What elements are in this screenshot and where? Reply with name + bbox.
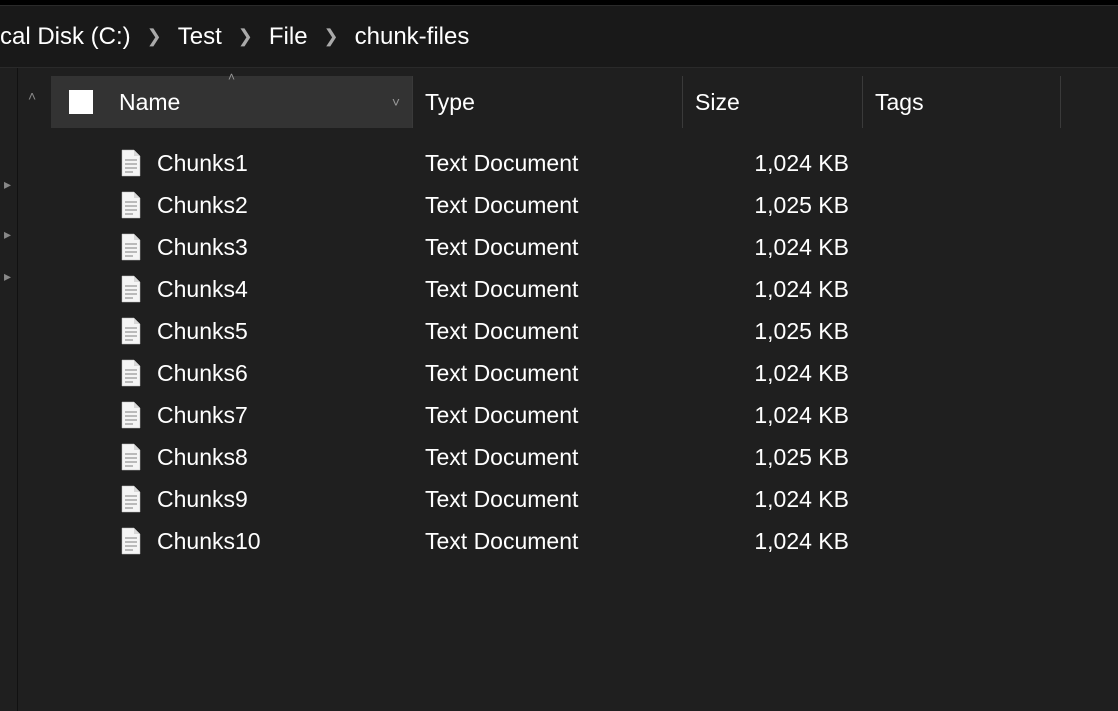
breadcrumb: cal Disk (C:) ❯ Test ❯ File ❯ chunk-file… (0, 6, 1118, 68)
file-row[interactable]: Chunks5 Text Document1,025 KB (51, 310, 1118, 352)
file-name: Chunks6 (157, 360, 248, 387)
text-document-icon (119, 443, 143, 471)
file-name-cell: Chunks8 (51, 443, 413, 471)
file-name-cell: Chunks1 (51, 149, 413, 177)
file-name-cell: Chunks3 (51, 233, 413, 261)
breadcrumb-item-chunk-files[interactable]: chunk-files (351, 23, 474, 51)
file-type: Text Document (413, 318, 683, 345)
text-document-icon (119, 317, 143, 345)
chevron-right-icon: ❯ (135, 26, 174, 47)
file-type: Text Document (413, 444, 683, 471)
file-name: Chunks8 (157, 444, 248, 471)
chevron-right-icon: ❯ (226, 26, 265, 47)
file-size: 1,024 KB (683, 360, 863, 387)
file-type: Text Document (413, 234, 683, 261)
file-name-cell: Chunks6 (51, 359, 413, 387)
file-row[interactable]: Chunks8 Text Document1,025 KB (51, 436, 1118, 478)
file-name-cell: Chunks9 (51, 485, 413, 513)
tree-expand-icon[interactable]: ▸ (4, 226, 11, 243)
text-document-icon (119, 401, 143, 429)
file-name-cell: Chunks4 (51, 275, 413, 303)
text-document-icon (119, 485, 143, 513)
text-document-icon (119, 275, 143, 303)
file-size: 1,025 KB (683, 318, 863, 345)
column-label-tags: Tags (875, 89, 924, 116)
left-rail: ▸ ▸ ▸ (0, 68, 18, 711)
column-header-type[interactable]: Type (413, 76, 683, 128)
file-size: 1,025 KB (683, 444, 863, 471)
file-size: 1,025 KB (683, 192, 863, 219)
file-type: Text Document (413, 486, 683, 513)
file-row[interactable]: Chunks10 Text Document1,024 KB (51, 520, 1118, 562)
file-size: 1,024 KB (683, 486, 863, 513)
main-area: ▸ ▸ ▸ ˄ ˄ Name ˅ Type Size Tags (0, 68, 1118, 711)
file-row[interactable]: Chunks7 Text Document1,024 KB (51, 394, 1118, 436)
sort-ascending-icon: ˄ (228, 70, 235, 84)
file-type: Text Document (413, 360, 683, 387)
text-document-icon (119, 527, 143, 555)
file-name-cell: Chunks7 (51, 401, 413, 429)
file-type: Text Document (413, 402, 683, 429)
file-row[interactable]: Chunks1 Text Document1,024 KB (51, 142, 1118, 184)
text-document-icon (119, 233, 143, 261)
file-type: Text Document (413, 150, 683, 177)
file-size: 1,024 KB (683, 402, 863, 429)
file-name: Chunks3 (157, 234, 248, 261)
breadcrumb-item-file[interactable]: File (265, 23, 312, 51)
file-row[interactable]: Chunks3 Text Document1,024 KB (51, 226, 1118, 268)
tree-expand-icon[interactable]: ▸ (4, 176, 11, 193)
file-name: Chunks9 (157, 486, 248, 513)
file-name: Chunks10 (157, 528, 261, 555)
column-label-name: Name (119, 89, 180, 116)
column-header-size[interactable]: Size (683, 76, 863, 128)
file-name: Chunks2 (157, 192, 248, 219)
file-type: Text Document (413, 192, 683, 219)
text-document-icon (119, 149, 143, 177)
column-header-name[interactable]: ˄ Name ˅ (51, 76, 413, 128)
breadcrumb-item-test[interactable]: Test (174, 23, 226, 51)
file-name-cell: Chunks5 (51, 317, 413, 345)
file-list: Chunks1Text Document1,024 KB Chunks2Text… (51, 128, 1118, 711)
file-type: Text Document (413, 528, 683, 555)
file-name: Chunks1 (157, 150, 248, 177)
file-name: Chunks7 (157, 402, 248, 429)
column-header-tags[interactable]: Tags (863, 76, 1061, 128)
file-name-cell: Chunks2 (51, 191, 413, 219)
column-label-size: Size (695, 89, 740, 116)
file-row[interactable]: Chunks2 Text Document1,025 KB (51, 184, 1118, 226)
file-size: 1,024 KB (683, 276, 863, 303)
file-name-cell: Chunks10 (51, 527, 413, 555)
select-all-checkbox[interactable] (69, 90, 93, 114)
file-name: Chunks4 (157, 276, 248, 303)
breadcrumb-item-disk[interactable]: cal Disk (C:) (0, 23, 135, 51)
text-document-icon (119, 191, 143, 219)
file-row[interactable]: Chunks9 Text Document1,024 KB (51, 478, 1118, 520)
file-size: 1,024 KB (683, 234, 863, 261)
column-label-type: Type (425, 89, 475, 116)
tree-gutter: ˄ (18, 68, 51, 711)
file-type: Text Document (413, 276, 683, 303)
chevron-right-icon: ❯ (312, 26, 351, 47)
content-pane: ˄ Name ˅ Type Size Tags Chunks1 Text Docu… (51, 68, 1118, 711)
text-document-icon (119, 359, 143, 387)
file-size: 1,024 KB (683, 528, 863, 555)
file-row[interactable]: Chunks4 Text Document1,024 KB (51, 268, 1118, 310)
file-name: Chunks5 (157, 318, 248, 345)
file-size: 1,024 KB (683, 150, 863, 177)
file-row[interactable]: Chunks6 Text Document1,024 KB (51, 352, 1118, 394)
column-headers: ˄ Name ˅ Type Size Tags (51, 76, 1118, 128)
tree-expand-icon[interactable]: ▸ (4, 268, 11, 285)
chevron-down-icon[interactable]: ˅ (392, 94, 400, 110)
scroll-up-icon[interactable]: ˄ (28, 88, 36, 104)
